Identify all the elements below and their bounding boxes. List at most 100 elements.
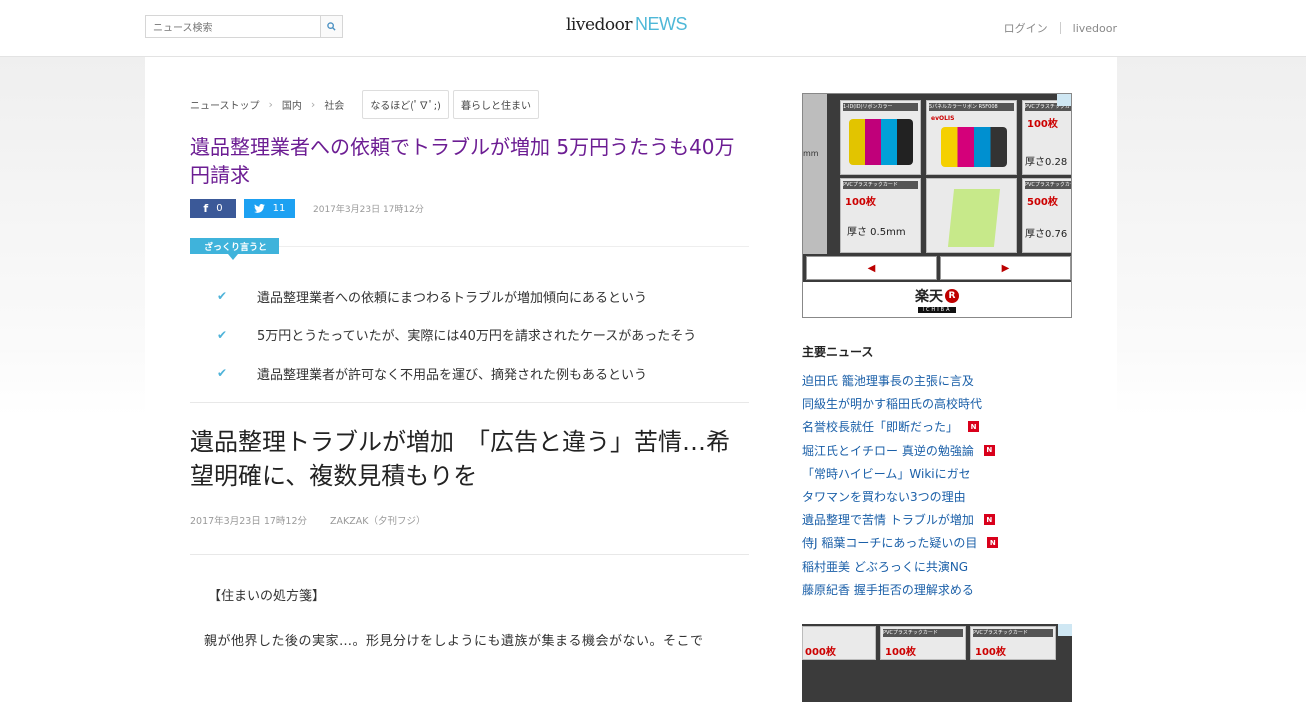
summary-text: 遺品整理業者が許可なく不用品を運び、摘発された例もあるという [257, 367, 648, 383]
ad2-card[interactable]: 000枚 [802, 626, 876, 660]
search-box [145, 15, 343, 39]
ad-card-500[interactable]: PVCプラスチックカード 500枚 厚さ0.76 [1022, 178, 1071, 253]
ad-prev-button[interactable]: ◀ [806, 256, 937, 280]
breadcrumb-item-society[interactable]: 社会 [324, 97, 344, 112]
ad-price: 100枚 [845, 197, 876, 208]
twitter-share-button[interactable]: 11 [244, 199, 295, 218]
news-link[interactable]: 同級生が明かす稲田氏の高校時代 [802, 395, 982, 412]
livedoor-link[interactable]: livedoor [1073, 22, 1117, 35]
facebook-icon: f [203, 202, 209, 215]
ad-card-label: PVCプラスチックカード [883, 629, 963, 637]
news-link[interactable]: 堀江氏とイチロー 真逆の勉強論 [802, 442, 974, 459]
article-body-heading: 【住まいの処方箋】 [208, 589, 326, 604]
breadcrumb: ニューストップ › 国内 › 社会 なるほど(ﾟ∇ﾟ;) 暮らしと住まい [190, 90, 539, 119]
site-logo[interactable]: livedoor NEWS [566, 14, 688, 35]
header-divider [1059, 22, 1061, 34]
news-item[interactable]: 名誉校長就任「即断だった」 N [802, 415, 998, 438]
chevron-right-icon: › [268, 98, 273, 111]
check-icon: ✔ [217, 327, 228, 342]
logo-news: NEWS [635, 14, 688, 34]
news-item[interactable]: 堀江氏とイチロー 真逆の勉強論 N [802, 439, 998, 462]
site-header: livedoorNEWS ログイン livedoor [0, 0, 1306, 57]
facebook-count: 0 [216, 203, 223, 214]
advertisement-banner-2[interactable]: 000枚 PVCプラスチックカード 100枚 PVCプラスチックカード 100枚 [802, 624, 1072, 702]
article-headline[interactable]: 遺品整理業者への依頼でトラブルが増加 5万円うたうも40万円請求 [190, 133, 745, 189]
header-links: ログイン livedoor [1004, 20, 1117, 36]
article-body-text: 親が他界した後の実家…。形見分けをしようにも遺族が集まる機会がない。そこで [204, 634, 704, 649]
news-link[interactable]: 迫田氏 籠池理事長の主張に言及 [802, 372, 974, 389]
ad2-card[interactable]: PVCプラスチックカード 100枚 [970, 626, 1056, 660]
news-item[interactable]: 侍J 稲葉コーチにあった疑いの目 N [802, 531, 999, 554]
summary-item: ✔ 遺品整理業者が許可なく不用品を運び、摘発された例もあるという [217, 354, 696, 393]
news-item[interactable]: 同級生が明かす稲田氏の高校時代 [802, 392, 998, 415]
ad-card-pvc[interactable]: PVCプラスチックカード 100枚 厚さ0.28 [1022, 100, 1071, 175]
advertisement-banner[interactable]: mm 1-ID(ID)リボンカラー 5パネルカラーリボン R5F008 evOL… [802, 93, 1072, 318]
triangle-right-icon: ▶ [1001, 262, 1010, 274]
news-link[interactable]: 藤原紀香 握手拒否の理解求める [802, 581, 974, 598]
ad-left-strip: mm [803, 94, 827, 254]
rakuten-text: 楽天 [915, 289, 943, 305]
ichiba-label: ICHIBA [918, 307, 956, 313]
tag-living[interactable]: 暮らしと住まい [452, 90, 539, 119]
ad-card-ribbon[interactable]: 1-ID(ID)リボンカラー [840, 100, 921, 175]
new-badge: N [983, 444, 995, 456]
chevron-right-icon: › [310, 98, 316, 111]
article-meta: 2017年3月23日 17時12分 ZAKZAK（夕刊フジ） [190, 513, 426, 527]
ad-ribbon-image [849, 119, 913, 165]
ad-info-icon[interactable] [1057, 94, 1071, 106]
news-list: 迫田氏 籠池理事長の主張に言及 同級生が明かす稲田氏の高校時代 名誉校長就任「即… [802, 369, 999, 601]
ad-left-text: mm [803, 149, 819, 158]
check-icon: ✔ [217, 289, 228, 304]
ad-card-label: 5パネルカラーリボン R5F008 [929, 103, 1014, 111]
search-button[interactable] [320, 15, 343, 38]
ad-card-image [947, 189, 1001, 247]
ad2-price: 000枚 [805, 647, 836, 658]
summary-list: ✔ 遺品整理業者への依頼にまつわるトラブルが増加傾向にあるという ✔ 5万円とう… [217, 277, 696, 393]
news-link[interactable]: 「常時ハイビーム」Wikiにガセ [802, 465, 971, 482]
news-link[interactable]: 名誉校長就任「即断だった」 [802, 418, 958, 435]
article-source[interactable]: ZAKZAK（夕刊フジ） [330, 516, 425, 527]
search-icon [327, 22, 336, 31]
ad-next-button[interactable]: ▶ [940, 256, 1071, 280]
ad-card-label: 1-ID(ID)リボンカラー [843, 103, 918, 111]
ad-card-label: PVCプラスチックカード [843, 181, 918, 189]
ad-ribbon-image [941, 127, 1007, 167]
login-link[interactable]: ログイン [1004, 20, 1048, 36]
news-link[interactable]: 侍J 稲葉コーチにあった疑いの目 [802, 534, 977, 551]
news-item[interactable]: 迫田氏 籠池理事長の主張に言及 [802, 369, 998, 392]
ad-card-100[interactable]: PVCプラスチックカード 100枚 厚さ 0.5mm [840, 178, 921, 253]
facebook-share-button[interactable]: f 0 [190, 199, 236, 218]
news-item[interactable]: 「常時ハイビーム」Wikiにガセ [802, 462, 998, 485]
logo-livedoor: livedoor [566, 15, 633, 35]
news-item[interactable]: 遺品整理で苦情 トラブルが増加 N [802, 508, 998, 531]
summary-text: 遺品整理業者への依頼にまつわるトラブルが増加傾向にあるという [257, 290, 648, 306]
ad-brand-text: evOLIS [931, 115, 955, 122]
sidebar-title: 主要ニュース [802, 345, 874, 359]
news-link[interactable]: 遺品整理で苦情 トラブルが増加 [802, 511, 974, 528]
breadcrumb-item-domestic[interactable]: 国内 [282, 97, 302, 112]
ad-thickness: 厚さ0.28 [1025, 157, 1068, 168]
ad-thickness: 厚さ0.76 [1025, 229, 1068, 240]
article-date: 2017年3月23日 17時12分 [313, 205, 424, 215]
rakuten-logo: 楽天 R ICHIBA [803, 282, 1071, 317]
ad2-price: 100枚 [975, 647, 1006, 658]
ad-info-icon[interactable] [1058, 624, 1072, 636]
breadcrumb-item-top[interactable]: ニューストップ [190, 97, 260, 112]
news-link[interactable]: タワマンを買わない3つの理由 [802, 488, 966, 505]
news-item[interactable]: タワマンを買わない3つの理由 [802, 485, 998, 508]
article-meta-date: 2017年3月23日 17時12分 [190, 516, 308, 527]
section-divider [190, 554, 749, 555]
news-item[interactable]: 藤原紀香 握手拒否の理解求める [802, 578, 998, 601]
ad2-price: 100枚 [885, 647, 916, 658]
summary-item: ✔ 5万円とうたっていたが、実際には40万円を請求されたケースがあったそう [217, 316, 696, 355]
ad2-card[interactable]: PVCプラスチックカード 100枚 [880, 626, 966, 660]
tag-naruhodo[interactable]: なるほど(ﾟ∇ﾟ;) [362, 90, 449, 119]
ad-card-green[interactable] [926, 178, 1017, 253]
ad-price: 100枚 [1027, 119, 1058, 130]
rakuten-r-icon: R [945, 289, 959, 303]
ad-card-color-ribbon[interactable]: 5パネルカラーリボン R5F008 evOLIS [926, 100, 1017, 175]
twitter-icon [253, 204, 265, 213]
news-link[interactable]: 稲村亜美 どぶろっくに共演NG [802, 558, 968, 575]
news-item[interactable]: 稲村亜美 どぶろっくに共演NG [802, 555, 998, 578]
search-input[interactable] [146, 18, 323, 39]
